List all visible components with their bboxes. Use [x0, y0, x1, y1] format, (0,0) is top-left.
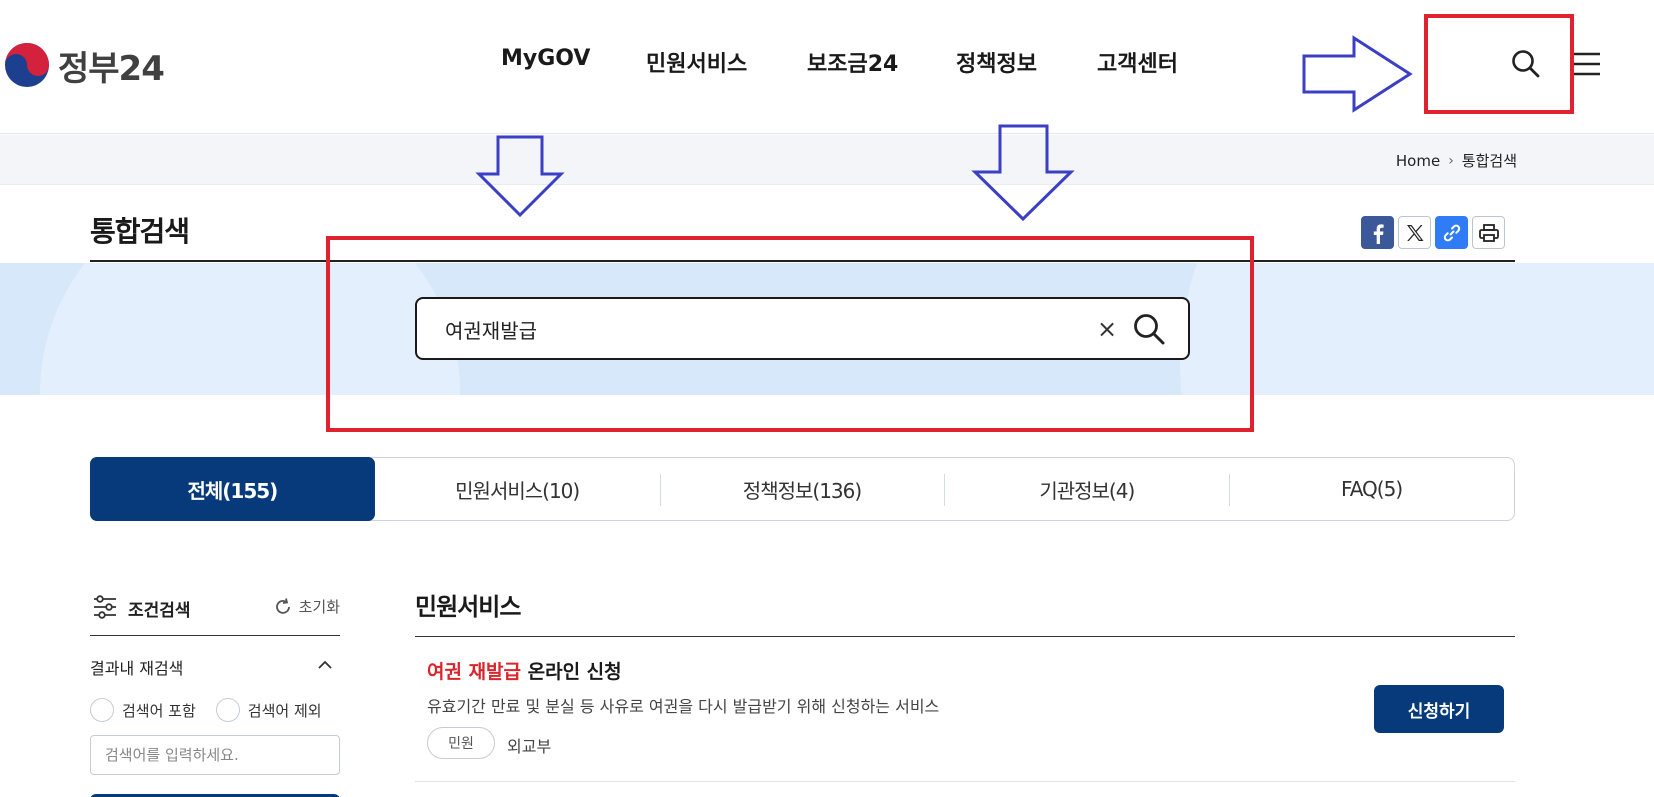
exclude-keyword-label: 검색어 제외: [247, 701, 322, 720]
decorative-circle: [1180, 263, 1654, 395]
nav-item-subsidy24[interactable]: 보조금24: [807, 46, 898, 78]
include-keyword-radio[interactable]: [90, 698, 114, 722]
nav-item-policy-info[interactable]: 정책정보: [956, 46, 1037, 78]
breadcrumb-current: 통합검색: [1461, 152, 1517, 170]
result-title-rest: 온라인 신청: [521, 661, 622, 683]
results-divider: [415, 636, 1515, 637]
nav-item-mygov[interactable]: MyGOV: [501, 46, 590, 71]
tab-agency-info[interactable]: 기관정보(4): [944, 458, 1229, 520]
breadcrumb-band: Home › 통합검색: [0, 135, 1654, 185]
reset-button[interactable]: 초기화: [273, 596, 340, 617]
result-divider: [415, 781, 1515, 782]
link-icon: [1443, 224, 1460, 241]
refine-search-label: 결과내 재검색: [90, 659, 184, 678]
filter-sliders-icon: [94, 595, 116, 619]
print-icon: [1478, 223, 1499, 242]
facebook-icon: [1373, 223, 1384, 244]
tab-all[interactable]: 전체(155): [90, 457, 375, 521]
results-section-title: 민원서비스: [415, 593, 521, 621]
site-header: 정부24 MyGOV 민원서비스 보조금24 정책정보 고객센터: [0, 0, 1654, 134]
result-category-tag: 민원: [427, 727, 495, 759]
refine-search-input[interactable]: [90, 735, 340, 775]
title-divider: [90, 260, 1515, 262]
breadcrumb-home[interactable]: Home: [1396, 152, 1440, 170]
tab-policy-info[interactable]: 정책정보(136): [659, 458, 945, 520]
x-share-button[interactable]: [1398, 216, 1431, 249]
filter-title: 조건검색: [128, 601, 191, 621]
facebook-share-button[interactable]: [1361, 216, 1394, 249]
nav-item-civil-service[interactable]: 민원서비스: [646, 46, 747, 78]
refresh-icon: [275, 597, 290, 614]
result-agency: 외교부: [507, 737, 552, 756]
result-title[interactable]: 여권 재발급 온라인 신청: [427, 657, 622, 684]
search-input[interactable]: [445, 313, 1005, 345]
search-icon[interactable]: [1510, 48, 1542, 80]
result-tabs: 전체(155) 민원서비스(10) 정책정보(136) 기관정보(4) FAQ(…: [90, 457, 1515, 521]
page-title: 통합검색: [90, 215, 190, 248]
hamburger-menu-icon[interactable]: [1572, 50, 1602, 78]
print-button[interactable]: [1472, 216, 1505, 249]
result-description: 유효기간 만료 및 분실 등 사유로 여권을 다시 발급받기 위해 신청하는 서…: [427, 697, 940, 716]
search-box: ×: [415, 297, 1190, 360]
nav-item-customer-center[interactable]: 고객센터: [1097, 46, 1178, 78]
reset-label: 초기화: [298, 598, 340, 616]
chevron-up-icon[interactable]: [315, 655, 335, 675]
copy-link-button[interactable]: [1435, 216, 1468, 249]
result-title-highlight: 여권 재발급: [427, 661, 522, 683]
x-icon: [1406, 224, 1423, 241]
search-submit-icon[interactable]: [1131, 311, 1167, 347]
apply-button[interactable]: 신청하기: [1374, 685, 1504, 733]
chevron-right-icon: ›: [1448, 152, 1454, 169]
clear-icon[interactable]: ×: [1092, 312, 1122, 346]
filter-header: 조건검색 초기화: [90, 590, 340, 636]
tab-civil-service[interactable]: 민원서비스(10): [375, 458, 660, 520]
share-toolbar: [1361, 216, 1505, 249]
decorative-circle: [40, 263, 460, 395]
exclude-keyword-radio[interactable]: [215, 698, 240, 722]
tab-faq[interactable]: FAQ(5): [1229, 458, 1514, 520]
refine-options: 검색어 포함 검색어 제외: [90, 698, 334, 722]
breadcrumb: Home › 통합검색: [1396, 150, 1517, 171]
include-keyword-label: 검색어 포함: [122, 701, 196, 720]
global-nav: MyGOV 민원서비스 보조금24 정책정보 고객센터: [0, 46, 1654, 82]
